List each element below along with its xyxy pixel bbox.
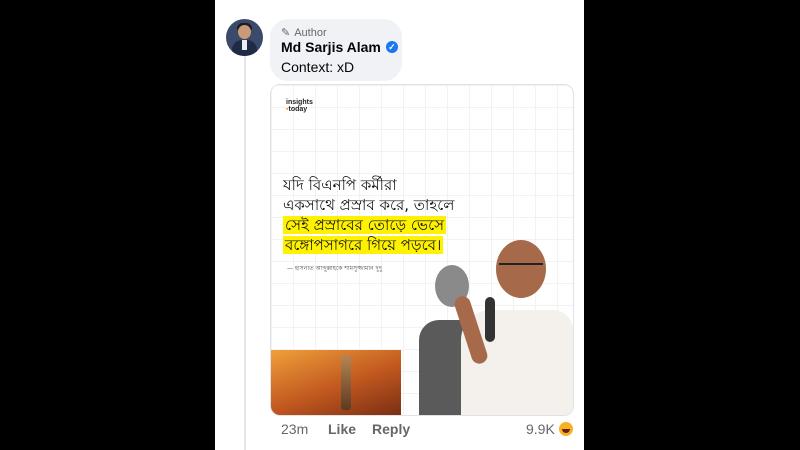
attached-image-card[interactable]: insights ▪today যদি বিএনপি কর্মীরা একসাথ… bbox=[270, 84, 574, 416]
logo-line-2: ▪today bbox=[286, 106, 308, 113]
comment-time[interactable]: 23m bbox=[281, 421, 308, 437]
orange-photo-strip bbox=[271, 350, 401, 415]
insights-today-logo: insights ▪today bbox=[286, 99, 313, 113]
logo-line-1: insights bbox=[286, 99, 313, 106]
avatar[interactable] bbox=[226, 19, 263, 56]
pencil-icon: ✎ bbox=[281, 27, 291, 39]
reaction-summary[interactable]: 9.9K bbox=[526, 421, 573, 437]
haha-emoji-icon bbox=[558, 422, 573, 436]
quote-line-1: যদি বিএনপি কর্মীরা bbox=[283, 176, 397, 194]
reply-button[interactable]: Reply bbox=[372, 421, 410, 437]
author-badge: ✎ Author bbox=[281, 26, 327, 40]
logo-line-2-text: today bbox=[288, 106, 308, 113]
microphone-icon bbox=[485, 297, 495, 342]
quote-line-4: বঙ্গোপসাগরে গিয়ে পড়বে। bbox=[283, 236, 444, 254]
author-badge-label: Author bbox=[294, 26, 327, 39]
verified-badge-icon: ✓ bbox=[385, 41, 398, 53]
walking-figure bbox=[341, 355, 351, 410]
reaction-count: 9.9K bbox=[526, 421, 555, 437]
quote-byline: — হাসনাত আব্দুল্লাহকে শামসুজ্জামান দুদু bbox=[287, 265, 382, 272]
speaker-photo bbox=[451, 235, 573, 415]
comment-text: Context: xD bbox=[281, 59, 355, 75]
author-name-row[interactable]: Md Sarjis Alam ✓ bbox=[281, 39, 398, 55]
author-name[interactable]: Md Sarjis Alam bbox=[281, 39, 381, 55]
speaker-glasses bbox=[499, 263, 543, 272]
avatar-shirt bbox=[242, 40, 247, 50]
quote-line-2: একসাথে প্রস্রাব করে, তাহলে bbox=[283, 196, 455, 214]
thread-line bbox=[244, 56, 246, 450]
like-button[interactable]: Like bbox=[328, 421, 356, 437]
avatar-head bbox=[238, 25, 251, 39]
quote-line-3: সেই প্রস্রাবের তোড়ে ভেসে bbox=[283, 216, 447, 234]
